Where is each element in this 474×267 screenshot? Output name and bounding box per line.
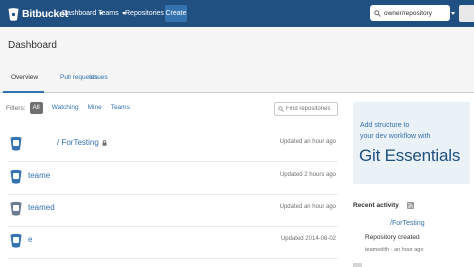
repository-icon — [10, 201, 22, 216]
repository-updated: Updated an hour ago — [279, 204, 336, 210]
search-icon — [374, 9, 381, 17]
filter-all[interactable]: All — [29, 102, 43, 114]
active-tab-indicator — [3, 91, 44, 93]
bitbucket-logo[interactable]: Bitbucket — [8, 7, 68, 21]
repository-icon — [10, 169, 22, 184]
activity-meta: teamedith · an hour ago — [365, 247, 424, 253]
rss-feed-icon[interactable] — [406, 202, 414, 209]
recent-activity-label: Recent activity — [353, 202, 399, 209]
nav-teams-label: Teams — [98, 10, 119, 17]
promo-title: Git Essentials — [359, 146, 461, 165]
create-button[interactable]: Create — [165, 5, 187, 22]
tab-overview[interactable]: Overview — [11, 74, 38, 82]
repository-link[interactable]: teamed — [28, 203, 55, 212]
repository-updated: Updated 2014-06-02 — [280, 236, 336, 242]
top-navigation-bar: Bitbucket Dashboard Teams Repositories C… — [0, 0, 474, 27]
filter-teams[interactable]: Teams — [111, 103, 130, 113]
activity-avatar — [353, 263, 362, 267]
repository-filters: Filters: All Watching Mine Teams — [6, 102, 139, 114]
promo-line-1: Add structure to — [360, 122, 410, 129]
repository-search[interactable] — [274, 102, 338, 116]
activity-description: Repository created — [365, 234, 420, 241]
page-header: Dashboard Overview Pull requests Issues — [0, 27, 474, 93]
git-essentials-promo[interactable]: Add structure to your dev workflow with … — [353, 102, 470, 184]
user-avatar[interactable] — [459, 5, 474, 22]
filters-label: Filters: — [6, 104, 26, 112]
filter-mine[interactable]: Mine — [88, 103, 102, 113]
page-title: Dashboard — [8, 40, 57, 51]
filter-watching[interactable]: Watching — [52, 103, 79, 113]
nav-repositories-label: Repositories — [125, 10, 164, 17]
nav-teams[interactable]: Teams — [98, 8, 126, 19]
repository-link[interactable]: e — [28, 235, 32, 244]
nav-dashboard-label: Dashboard — [62, 10, 97, 17]
repository-icon — [10, 136, 22, 151]
tab-issues[interactable]: Issues — [89, 74, 108, 82]
lock-icon — [102, 139, 107, 146]
repository-name: / ForTesting — [57, 138, 99, 147]
repository-row[interactable]: teame Updated 2 hours ago — [8, 167, 338, 195]
repository-search-input[interactable] — [286, 104, 336, 114]
promo-line-2: your dev workflow with — [360, 133, 431, 140]
repository-icon — [10, 233, 22, 248]
activity-repository-link[interactable]: /ForTesting — [390, 220, 425, 227]
help-menu[interactable]: ? — [438, 8, 455, 18]
search-icon — [278, 106, 284, 112]
repository-row[interactable]: teamed Updated an hour ago — [8, 199, 338, 227]
help-icon: ? — [438, 8, 448, 18]
repository-row[interactable]: e Updated 2014-06-02 — [8, 231, 338, 259]
repository-link[interactable]: teame — [28, 171, 50, 180]
recent-activity-heading: Recent activity — [353, 202, 414, 209]
bitbucket-bucket-icon — [8, 7, 19, 21]
caret-down-icon — [451, 11, 455, 15]
repository-row[interactable]: / ForTesting Updated an hour ago — [8, 134, 338, 162]
repository-link[interactable]: / ForTesting — [57, 138, 107, 147]
repository-updated: Updated 2 hours ago — [279, 172, 336, 178]
repository-updated: Updated an hour ago — [279, 139, 336, 145]
